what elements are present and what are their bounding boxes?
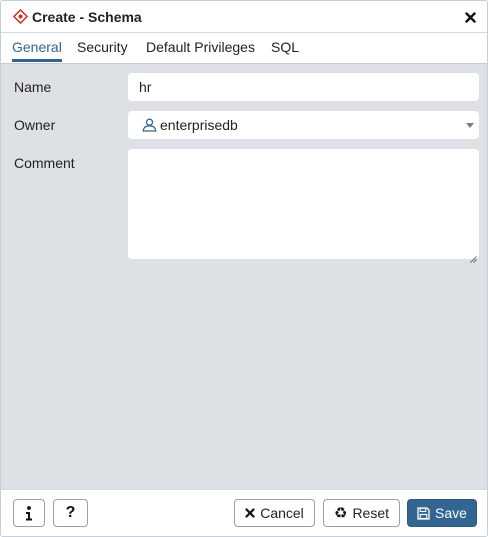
tab-bar: General Security Default Privileges SQL <box>1 33 487 64</box>
schema-diamond-icon <box>12 9 28 25</box>
dialog-titlebar[interactable]: Create - Schema <box>1 1 487 33</box>
tab-sql[interactable]: SQL <box>271 33 299 61</box>
name-label: Name <box>14 79 52 95</box>
dialog-title: Create - Schema <box>32 8 142 25</box>
owner-select[interactable]: enterprisedb <box>128 111 479 139</box>
comment-label: Comment <box>14 155 75 171</box>
dialog-footer: ? Cancel ♻ Reset Save <box>1 489 487 536</box>
save-icon <box>417 506 430 520</box>
close-icon[interactable] <box>462 9 478 25</box>
owner-selected-value: enterprisedb <box>142 111 238 139</box>
cancel-button[interactable]: Cancel <box>234 499 315 527</box>
info-button[interactable] <box>13 499 45 527</box>
recycle-icon: ♻ <box>333 505 348 522</box>
name-field[interactable]: hr <box>128 73 479 101</box>
resize-grip-icon[interactable] <box>470 250 477 263</box>
close-icon <box>245 508 255 518</box>
name-input-value: hr <box>139 79 152 95</box>
tab-general[interactable]: General <box>12 33 62 62</box>
cancel-label: Cancel <box>260 505 304 521</box>
save-button[interactable]: Save <box>407 499 477 527</box>
question-icon: ? <box>65 504 76 521</box>
owner-value-text: enterprisedb <box>160 117 238 133</box>
help-button[interactable]: ? <box>53 499 88 527</box>
info-icon <box>25 505 33 521</box>
chevron-down-icon[interactable] <box>466 123 474 128</box>
comment-textarea[interactable] <box>128 149 479 263</box>
reset-label: Reset <box>352 505 390 521</box>
owner-label: Owner <box>14 117 56 133</box>
reset-button[interactable]: ♻ Reset <box>323 499 400 527</box>
create-schema-dialog: Create - Schema General Security Default… <box>0 0 488 537</box>
save-label: Save <box>435 505 467 521</box>
tab-default-privileges[interactable]: Default Privileges <box>146 33 255 61</box>
tab-security[interactable]: Security <box>77 33 128 61</box>
user-role-icon <box>142 118 157 132</box>
